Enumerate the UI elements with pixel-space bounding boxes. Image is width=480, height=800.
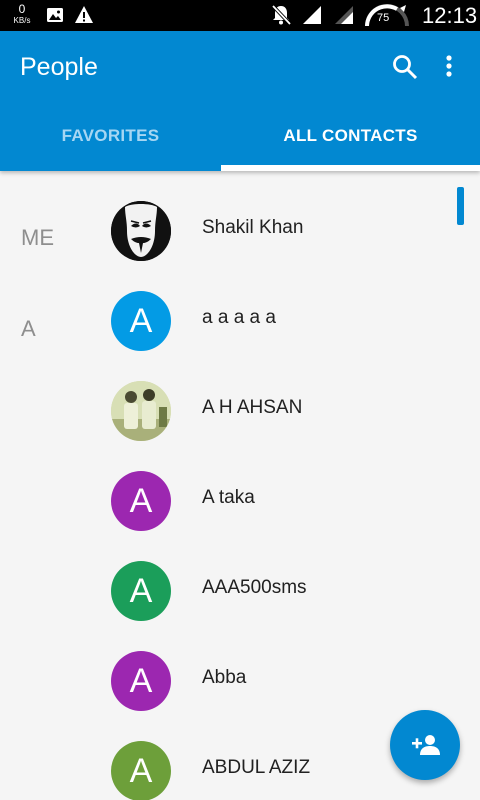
app-bar: People FAVORITES ALL CONTACTS	[0, 31, 480, 171]
add-contact-button[interactable]	[390, 710, 460, 780]
contact-row[interactable]: A A taka	[0, 471, 455, 561]
network-speed: 0 KB/s	[10, 2, 34, 26]
status-bar: 0 KB/s 75 12:13	[0, 0, 480, 31]
battery-level: 75	[377, 12, 390, 24]
contact-row[interactable]: A Abba	[0, 651, 455, 741]
warning-icon	[75, 6, 93, 23]
contact-name: A taka	[202, 487, 255, 508]
contact-name: Abba	[202, 667, 247, 688]
avatar: A	[111, 291, 171, 351]
image-icon	[47, 8, 63, 22]
add-person-icon	[412, 735, 440, 755]
network-speed-unit: KB/s	[13, 16, 31, 25]
group-photo-icon	[111, 381, 171, 441]
contact-list[interactable]: ME A Shakil Khan A a a a a a A H AHSAN A…	[0, 171, 480, 800]
more-vert-icon	[446, 55, 452, 77]
battery-gauge: 75	[364, 2, 410, 33]
avatar	[111, 201, 171, 261]
search-icon	[393, 55, 418, 80]
avatar: A	[111, 741, 171, 800]
mute-icon	[271, 4, 292, 26]
avatar: A	[111, 651, 171, 711]
contact-name: ABDUL AZIZ	[202, 757, 311, 778]
contact-row[interactable]: A AAA500sms	[0, 561, 455, 651]
tab-all-contacts[interactable]: ALL CONTACTS	[221, 101, 480, 171]
contact-name: AAA500sms	[202, 577, 307, 598]
signal-icon	[303, 6, 321, 24]
more-options-button[interactable]	[437, 53, 461, 81]
contact-name: a a a a a	[202, 307, 276, 328]
avatar: A	[111, 561, 171, 621]
search-button[interactable]	[391, 53, 419, 81]
contact-row[interactable]: A H AHSAN	[0, 381, 455, 471]
clock: 12:13	[422, 3, 478, 28]
tab-indicator	[221, 165, 480, 171]
contact-name: A H AHSAN	[202, 397, 303, 418]
avatar: A	[111, 471, 171, 531]
scrollbar-thumb[interactable]	[457, 187, 464, 225]
tab-favorites[interactable]: FAVORITES	[0, 101, 221, 171]
contact-row[interactable]: A ABDUL AZIZ	[0, 741, 455, 800]
avatar	[111, 381, 171, 441]
page-title: People	[20, 53, 98, 81]
contact-row[interactable]: A a a a a a	[0, 291, 455, 381]
contact-row[interactable]: Shakil Khan	[0, 201, 455, 291]
network-speed-value: 0	[18, 2, 26, 16]
mask-photo-icon	[111, 201, 171, 261]
signal-icon	[335, 6, 353, 24]
contact-name: Shakil Khan	[202, 217, 304, 238]
